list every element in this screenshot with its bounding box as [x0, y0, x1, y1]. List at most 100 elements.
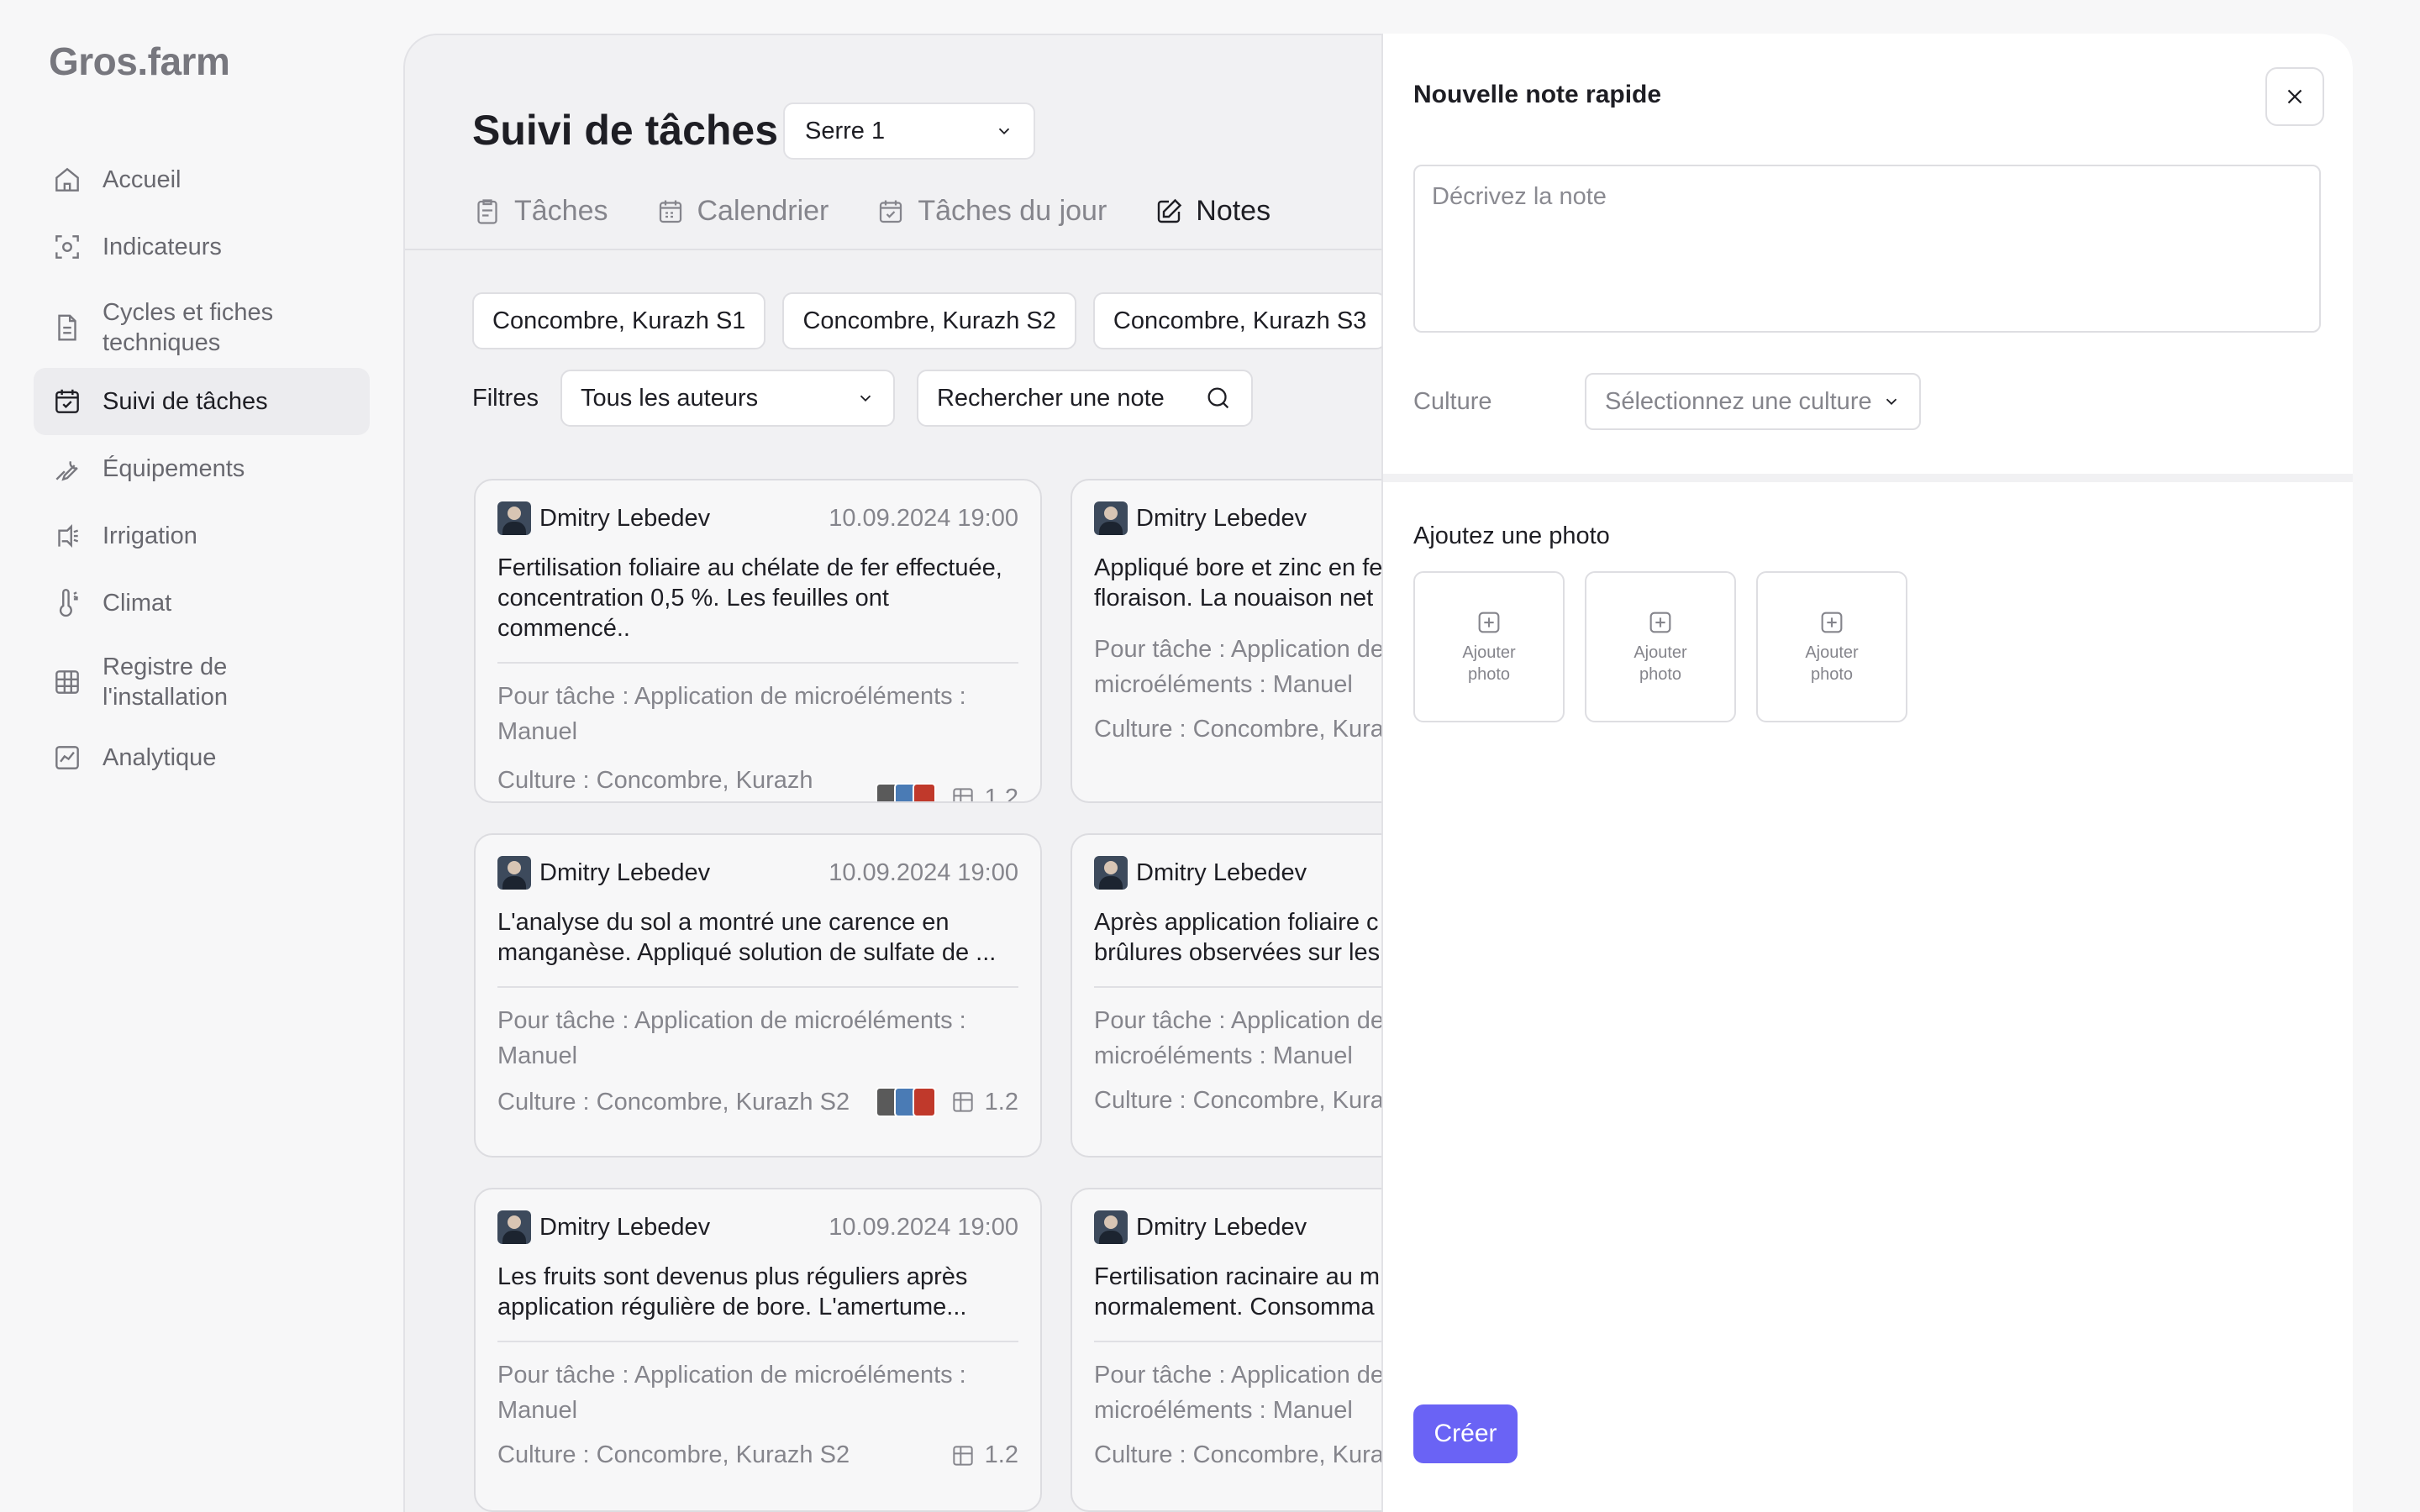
filters-label: Filtres: [472, 384, 539, 412]
culture-select[interactable]: Sélectionnez une culture: [1585, 373, 1921, 430]
avatar: [497, 1210, 531, 1244]
tab-calendrier[interactable]: Calendrier: [655, 195, 829, 228]
tab-label: Tâches du jour: [918, 195, 1107, 227]
note-date: 10.09.2024 19:00: [829, 858, 1018, 886]
sidebar-item-suivi[interactable]: Suivi de tâches: [34, 368, 370, 435]
note-version: 1.2: [950, 784, 1018, 803]
author-name: Dmitry Lebedev: [1136, 858, 1307, 886]
grid-icon: [50, 665, 84, 699]
sidebar-item-label: Indicateurs: [103, 234, 222, 260]
calendar-check-icon: [50, 385, 84, 418]
avatar: [1094, 1210, 1128, 1244]
sidebar-item-irrigation[interactable]: Irrigation: [34, 517, 370, 554]
sidebar-item-accueil[interactable]: Accueil: [34, 161, 370, 198]
sidebar-item-label: Irrigation: [103, 522, 197, 549]
version-number: 1.2: [984, 1441, 1018, 1468]
note-author: Dmitry Lebedev: [1094, 1210, 1307, 1244]
version-number: 1.2: [984, 1088, 1018, 1116]
chevron-down-icon: [860, 395, 871, 402]
photo-thumbnails[interactable]: [875, 783, 936, 801]
card-divider: [1094, 986, 1430, 988]
note-task: Pour tâche : Application de microélément…: [497, 683, 966, 745]
sidebar-item-label: Équipements: [103, 455, 245, 482]
sidebar-item-registre[interactable]: Registre de l'installation: [34, 648, 370, 716]
photo-thumbnails[interactable]: [875, 1087, 936, 1117]
note-task: Pour tâche : Application de microélément…: [497, 1007, 966, 1069]
add-photo-button[interactable]: Ajouter photo: [1756, 571, 1907, 722]
page-title: Suivi de tâches: [472, 107, 779, 154]
calendar-icon: [659, 200, 681, 223]
author-name: Dmitry Lebedev: [539, 858, 711, 886]
add-photo-button[interactable]: Ajouter photo: [1413, 571, 1565, 722]
note-card[interactable]: Dmitry Lebedev 10.09.2024 19:00 Les frui…: [474, 1188, 1042, 1512]
filters-bar: Filtres Tous les auteurs Rechercher une …: [472, 370, 1253, 427]
sidebar-item-analytique[interactable]: Analytique: [34, 739, 370, 776]
indicators-icon: [50, 230, 84, 264]
note-culture: Culture : Concombre, Kurazh S2: [497, 1441, 850, 1468]
create-button[interactable]: Créer: [1413, 1404, 1518, 1463]
note-author: Dmitry Lebedev: [497, 501, 710, 535]
note-text: Les fruits sont devenus plus réguliers a…: [497, 1263, 968, 1320]
note-task: Pour tâche : Application de microélément…: [1094, 636, 1385, 698]
grid-icon: [953, 788, 973, 801]
avatar: [497, 501, 531, 535]
photo-slots: Ajouter photo Ajouter photo Ajouter phot…: [1413, 571, 1907, 722]
note-author: Dmitry Lebedev: [1094, 501, 1307, 535]
grid-icon: [953, 1445, 973, 1466]
note-date: 10.09.2024 19:00: [829, 504, 1018, 532]
tab-label: Tâches: [514, 195, 608, 227]
tasks-icon: [477, 198, 497, 224]
culture-chip[interactable]: Concombre, Kurazh S2: [782, 292, 1076, 349]
greenhouse-select[interactable]: Serre 1: [783, 102, 1035, 160]
card-divider: [1094, 1341, 1430, 1342]
culture-chips: Concombre, Kurazh S1 Concombre, Kurazh S…: [472, 292, 1387, 349]
author-name: Dmitry Lebedev: [1136, 1213, 1307, 1241]
culture-label: Culture: [1413, 388, 1492, 415]
quick-note-panel: Nouvelle note rapide Culture Sélectionne…: [1381, 34, 2353, 1512]
tab-notes[interactable]: Notes: [1154, 195, 1270, 228]
sidebar-item-label: Analytique: [103, 744, 217, 771]
card-divider: [497, 986, 1018, 988]
panel-title: Nouvelle note rapide: [1413, 81, 1662, 108]
note-version: 1.2: [950, 1441, 1018, 1469]
note-author: Dmitry Lebedev: [497, 856, 710, 890]
app-logo[interactable]: Gros.farm: [49, 39, 230, 84]
authors-select[interactable]: Tous les auteurs: [560, 370, 895, 427]
note-author: Dmitry Lebedev: [1094, 856, 1307, 890]
sidebar-item-cycles[interactable]: Cycles et fiches techniques: [34, 294, 370, 361]
add-photo-button[interactable]: Ajouter photo: [1585, 571, 1736, 722]
note-card[interactable]: Dmitry Lebedev 10.09.2024 19:00 Fertilis…: [474, 479, 1042, 803]
note-version: 1.2: [950, 1089, 1018, 1116]
culture-chip[interactable]: Concombre, Kurazh S3: [1092, 292, 1387, 349]
add-photo-label: Ajouter photo: [1634, 643, 1687, 684]
sidebar-item-climat[interactable]: Climat: [34, 585, 370, 622]
sidebar-item-indicateurs[interactable]: Indicateurs: [34, 228, 370, 265]
tabs: Tâches Calendrier Tâches du jour Notes: [472, 195, 1270, 228]
photo-section-title: Ajoutez une photo: [1413, 522, 1610, 549]
sidebar-item-label: Climat: [103, 590, 172, 617]
note-description-input[interactable]: [1413, 165, 2321, 333]
note-culture: Culture : Concombre, Kurazh S1: [497, 767, 813, 794]
avatar: [497, 856, 531, 890]
tab-taches-du-jour[interactable]: Tâches du jour: [876, 195, 1107, 228]
search-input[interactable]: Rechercher une note: [916, 370, 1253, 427]
culture-select-placeholder: Sélectionnez une culture: [1605, 387, 1872, 415]
card-divider: [497, 662, 1018, 664]
add-photo-label: Ajouter photo: [1462, 643, 1516, 684]
note-culture: Culture : Concombre, Kurazh S2: [497, 1088, 850, 1116]
irrigation-icon: [50, 519, 84, 553]
search-icon[interactable]: [1204, 384, 1233, 412]
close-icon: [2287, 89, 2302, 104]
authors-select-value: Tous les auteurs: [580, 384, 759, 412]
culture-chip[interactable]: Concombre, Kurazh S1: [472, 292, 766, 349]
photo-thumbnail: [912, 783, 936, 801]
version-number: 1.2: [984, 784, 1018, 803]
tab-taches[interactable]: Tâches: [472, 195, 608, 228]
note-author: Dmitry Lebedev: [497, 1210, 710, 1244]
sidebar-item-equipements[interactable]: Équipements: [34, 450, 370, 487]
close-button[interactable]: [2265, 67, 2324, 126]
greenhouse-select-value: Serre 1: [805, 117, 886, 144]
author-name: Dmitry Lebedev: [1136, 504, 1307, 532]
note-card[interactable]: Dmitry Lebedev 10.09.2024 19:00 L'analys…: [474, 833, 1042, 1158]
sidebar-item-label: Cycles et fiches techniques: [103, 299, 274, 356]
